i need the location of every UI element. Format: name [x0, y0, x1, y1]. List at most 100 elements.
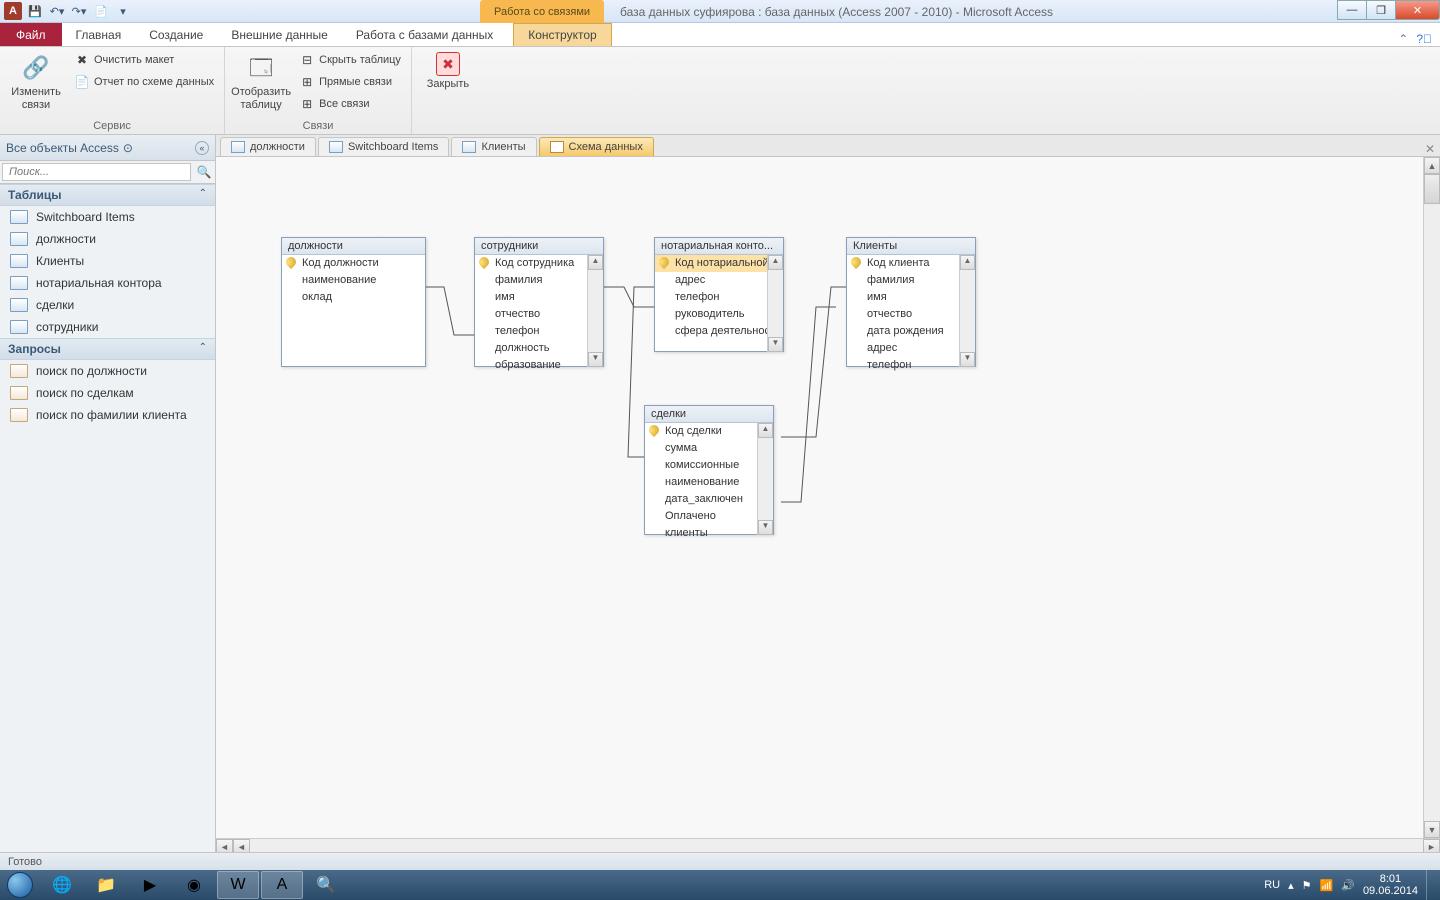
- rel-table-title[interactable]: нотариальная конто...: [655, 238, 783, 255]
- show-table-button[interactable]: 🗔 Отобразить таблицу: [231, 50, 291, 114]
- nav-table-item[interactable]: Клиенты: [0, 250, 215, 272]
- scroll-down-icon[interactable]: ▼: [758, 520, 773, 535]
- nav-search-input[interactable]: [2, 163, 191, 181]
- start-button[interactable]: [0, 870, 40, 900]
- rel-field[interactable]: телефон: [475, 323, 587, 340]
- doc-tab[interactable]: Switchboard Items: [318, 137, 449, 156]
- scroll-up-icon[interactable]: ▲: [960, 255, 975, 270]
- tab-external-data[interactable]: Внешние данные: [217, 23, 342, 46]
- edit-relationships-button[interactable]: 🔗 Изменить связи: [6, 50, 66, 114]
- scroll-down-icon[interactable]: ▼: [960, 352, 975, 367]
- rel-table-scrollbar[interactable]: ▲▼: [767, 255, 783, 352]
- rel-field[interactable]: адрес: [847, 340, 959, 357]
- tab-create[interactable]: Создание: [135, 23, 217, 46]
- show-desktop-button[interactable]: [1426, 870, 1434, 900]
- rel-field[interactable]: адрес: [655, 272, 767, 289]
- rel-field[interactable]: дата рождения: [847, 323, 959, 340]
- qat-customize-icon[interactable]: ▾: [114, 2, 132, 20]
- save-icon[interactable]: 💾: [26, 2, 44, 20]
- taskbar-word-icon[interactable]: W: [217, 871, 259, 899]
- canvas-vscrollbar[interactable]: ▲ ▼: [1423, 157, 1440, 838]
- rel-table-klienty[interactable]: Клиенты Код клиента фамилия имя отчество…: [846, 237, 976, 367]
- rel-field[interactable]: телефон: [655, 289, 767, 306]
- scroll-thumb[interactable]: [758, 438, 773, 520]
- rel-table-title[interactable]: Клиенты: [847, 238, 975, 255]
- relationships-canvas[interactable]: должности Код должности наименование окл…: [216, 157, 1440, 855]
- tab-home[interactable]: Главная: [62, 23, 136, 46]
- rel-field[interactable]: Оплачено: [645, 508, 757, 525]
- rel-field[interactable]: оклад: [282, 289, 425, 306]
- scroll-up-icon[interactable]: ▲: [588, 255, 603, 270]
- rel-table-scrollbar[interactable]: ▲▼: [757, 423, 773, 535]
- scroll-down-icon[interactable]: ▼: [768, 337, 783, 352]
- doc-tab-active[interactable]: Схема данных: [539, 137, 654, 156]
- nav-query-item[interactable]: поиск по сделкам: [0, 382, 215, 404]
- rel-field[interactable]: фамилия: [847, 272, 959, 289]
- tray-show-hidden-icon[interactable]: ▴: [1288, 879, 1294, 892]
- rel-field-pk[interactable]: Код клиента: [847, 255, 959, 272]
- taskbar-magnifier-icon[interactable]: 🔍: [305, 871, 347, 899]
- tray-network-icon[interactable]: 📶: [1320, 879, 1334, 892]
- rel-field[interactable]: клиенты: [645, 525, 757, 542]
- undo-icon[interactable]: ↶▾: [48, 2, 66, 20]
- rel-field-pk-selected[interactable]: Код нотариальной: [655, 255, 767, 272]
- taskbar-media-icon[interactable]: ▶: [129, 871, 171, 899]
- nav-query-item[interactable]: поиск по должности: [0, 360, 215, 382]
- nav-table-item[interactable]: нотариальная контора: [0, 272, 215, 294]
- taskbar-ie-icon[interactable]: 🌐: [41, 871, 83, 899]
- scroll-down-icon[interactable]: ▼: [1424, 821, 1440, 838]
- tray-volume-icon[interactable]: 🔊: [1341, 879, 1355, 892]
- access-app-icon[interactable]: A: [4, 2, 22, 20]
- rel-field[interactable]: наименование: [645, 474, 757, 491]
- rel-field[interactable]: дата_заключен: [645, 491, 757, 508]
- rel-table-title[interactable]: сделки: [645, 406, 773, 423]
- doc-tab[interactable]: Клиенты: [451, 137, 536, 156]
- rel-field[interactable]: имя: [847, 289, 959, 306]
- clear-layout-button[interactable]: ✖Очистить макет: [70, 50, 218, 70]
- nav-group-tables[interactable]: Таблицы⌃: [0, 184, 215, 206]
- hide-table-button[interactable]: ⊟Скрыть таблицу: [295, 50, 405, 70]
- close-button[interactable]: ✕: [1395, 0, 1440, 20]
- tab-design[interactable]: Конструктор: [513, 23, 611, 46]
- rel-field[interactable]: образование: [475, 357, 587, 374]
- scroll-up-icon[interactable]: ▲: [758, 423, 773, 438]
- rel-field[interactable]: комиссионные: [645, 457, 757, 474]
- taskbar-explorer-icon[interactable]: 📁: [85, 871, 127, 899]
- nav-table-item[interactable]: сотрудники: [0, 316, 215, 338]
- rel-field[interactable]: сфера деятельнос: [655, 323, 767, 340]
- file-tab[interactable]: Файл: [0, 23, 62, 46]
- scroll-thumb[interactable]: [960, 270, 975, 352]
- tray-clock[interactable]: 8:01 09.06.2014: [1363, 873, 1418, 897]
- qat-more-icon[interactable]: 📄: [92, 2, 110, 20]
- rel-table-dolzhnosti[interactable]: должности Код должности наименование окл…: [281, 237, 426, 367]
- rel-field[interactable]: сумма: [645, 440, 757, 457]
- nav-table-item[interactable]: Switchboard Items: [0, 206, 215, 228]
- direct-relationships-button[interactable]: ⊞Прямые связи: [295, 72, 405, 92]
- tray-lang[interactable]: RU: [1264, 879, 1280, 891]
- rel-field[interactable]: телефон: [847, 357, 959, 374]
- rel-table-sdelki[interactable]: сделки Код сделки сумма комиссионные наи…: [644, 405, 774, 535]
- scroll-thumb[interactable]: [1424, 174, 1440, 204]
- scroll-up-icon[interactable]: ▲: [768, 255, 783, 270]
- rel-field[interactable]: наименование: [282, 272, 425, 289]
- nav-table-item[interactable]: должности: [0, 228, 215, 250]
- rel-field-pk[interactable]: Код сделки: [645, 423, 757, 440]
- taskbar-chrome-icon[interactable]: ◉: [173, 871, 215, 899]
- scroll-thumb[interactable]: [768, 270, 783, 337]
- scroll-up-icon[interactable]: ▲: [1424, 157, 1440, 174]
- rel-field-pk[interactable]: Код должности: [282, 255, 425, 272]
- taskbar-access-icon[interactable]: A: [261, 871, 303, 899]
- nav-table-item[interactable]: сделки: [0, 294, 215, 316]
- tab-database-tools[interactable]: Работа с базами данных: [342, 23, 507, 46]
- doc-tab[interactable]: должности: [220, 137, 316, 156]
- maximize-button[interactable]: ❐: [1366, 0, 1396, 20]
- minimize-button[interactable]: —: [1337, 0, 1367, 20]
- rel-field-pk[interactable]: Код сотрудника: [475, 255, 587, 272]
- search-icon[interactable]: 🔍: [193, 161, 215, 183]
- ribbon-collapse-icon[interactable]: ⌃: [1398, 32, 1408, 46]
- nav-pane-dropdown-icon[interactable]: ⊙: [123, 141, 133, 155]
- redo-icon[interactable]: ↷▾: [70, 2, 88, 20]
- rel-table-sotrudniki[interactable]: сотрудники Код сотрудника фамилия имя от…: [474, 237, 604, 367]
- close-relationships-button[interactable]: ✖ Закрыть: [418, 50, 478, 93]
- rel-table-scrollbar[interactable]: ▲▼: [959, 255, 975, 367]
